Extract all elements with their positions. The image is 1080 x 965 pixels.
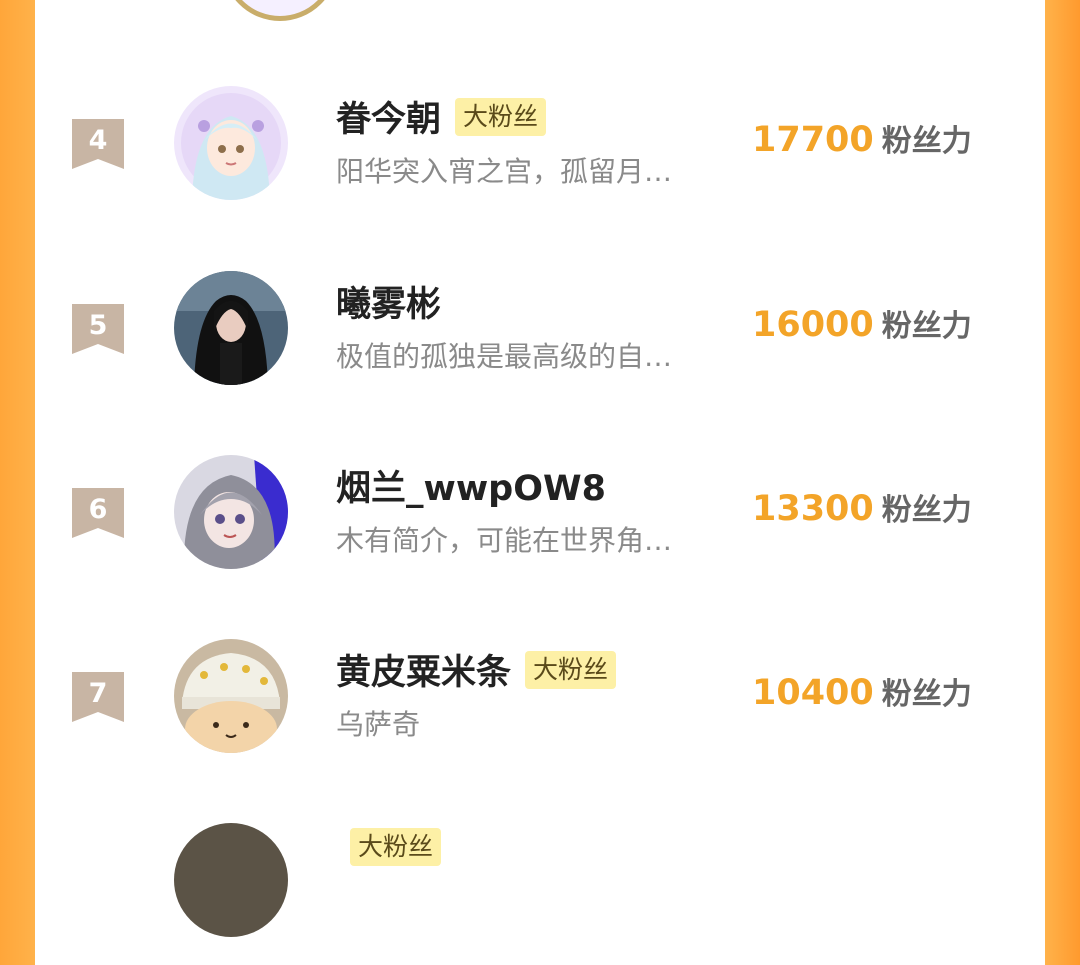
score-value: 13300 [752, 489, 874, 529]
score-unit: 粉丝力 [881, 493, 972, 528]
score-value: 10400 [752, 673, 874, 713]
user-name-row[interactable]: 眷今朝 大粉丝 [336, 91, 547, 142]
score-value: 17700 [752, 120, 874, 160]
big-fan-badge: 大粉丝 [350, 828, 442, 866]
user-name-row[interactable]: 黄皮粟米条 大粉丝 [336, 644, 617, 695]
score-unit: 粉丝力 [881, 677, 972, 712]
user-bio: 木有简介，可能在世界角… [336, 524, 673, 557]
list-item[interactable]: 7 黄皮粟米条 大粉丝 乌萨奇 10400 粉丝力 [36, 631, 1044, 781]
score-unit: 粉丝力 [881, 309, 972, 344]
big-fan-badge: 大粉丝 [455, 97, 547, 136]
avatar[interactable] [174, 271, 288, 385]
user-name-row[interactable]: 烟兰_wwpOW8 [336, 460, 606, 511]
fan-power-score: 13300 粉丝力 [752, 485, 972, 529]
user-name[interactable]: 黄皮粟米条 [336, 644, 511, 695]
user-name-row[interactable]: 大粉丝 [336, 828, 442, 866]
fan-power-score: 10400 粉丝力 [752, 669, 972, 713]
avatar-rank-3-partial[interactable] [222, 0, 338, 21]
avatar[interactable] [174, 639, 288, 753]
avatar[interactable] [174, 823, 288, 937]
rank-ribbon: 4 [72, 119, 124, 169]
anime-character-avatar-icon [174, 455, 288, 569]
rank-ribbon: 5 [72, 304, 124, 354]
user-bio: 极值的孤独是最高级的自… [336, 340, 673, 373]
user-bio: 阳华突入宵之宫，孤留月… [336, 155, 673, 188]
list-item[interactable]: 5 曦雾彬 极值的孤独是最高级的自… 16000 粉丝力 [36, 263, 1044, 413]
avatar[interactable] [174, 455, 288, 569]
list-item[interactable]: 大粉丝 [36, 815, 1044, 965]
rank-ribbon: 6 [72, 488, 124, 538]
fan-power-score: 16000 粉丝力 [752, 301, 972, 345]
user-name[interactable]: 烟兰_wwpOW8 [336, 460, 606, 511]
user-bio: 乌萨奇 [336, 708, 421, 741]
fan-ranking-card: 4 眷今朝 大粉丝 阳华突入宵之宫，孤留月… 17700 粉丝力 5 曦雾彬 极… [36, 0, 1044, 937]
anime-girl-avatar-icon [174, 86, 288, 200]
list-item[interactable]: 6 烟兰_wwpOW8 木有简介，可能在世界角… 13300 粉丝力 [36, 447, 1044, 597]
list-item[interactable]: 4 眷今朝 大粉丝 阳华突入宵之宫，孤留月… 17700 粉丝力 [36, 78, 1044, 228]
user-name-row[interactable]: 曦雾彬 [336, 276, 441, 327]
user-name[interactable]: 曦雾彬 [336, 276, 441, 327]
user-name[interactable]: 眷今朝 [336, 91, 441, 142]
avatar[interactable] [174, 86, 288, 200]
portrait-photo-avatar-icon [174, 271, 288, 385]
score-value: 16000 [752, 305, 874, 345]
fan-power-score: 17700 粉丝力 [752, 116, 972, 160]
cute-bear-avatar-icon [174, 639, 288, 753]
big-fan-badge: 大粉丝 [525, 650, 617, 689]
rank-ribbon: 7 [72, 672, 124, 722]
score-unit: 粉丝力 [881, 124, 972, 159]
